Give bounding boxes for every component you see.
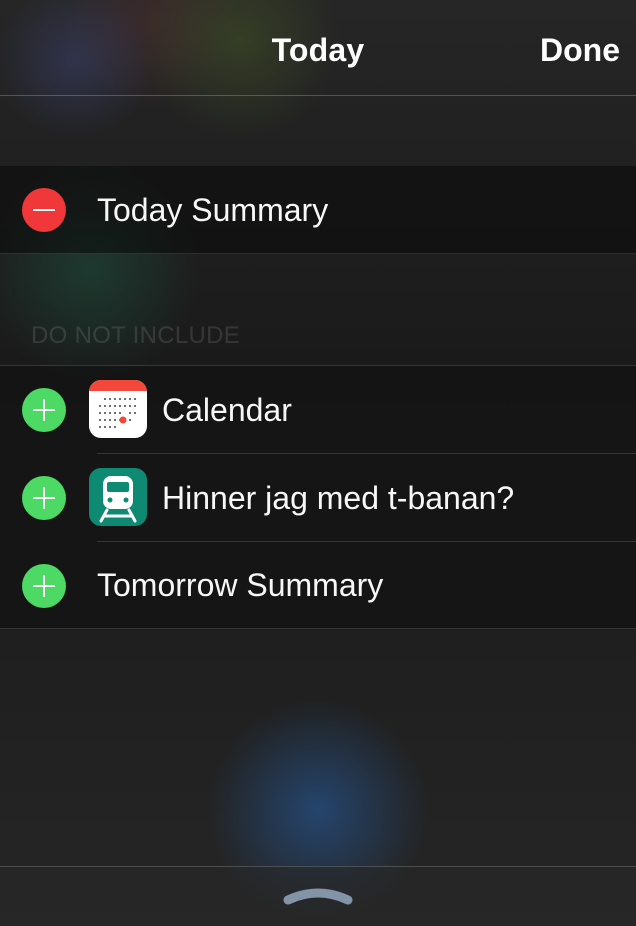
do-not-include-header: DO NOT INCLUDE [31, 322, 241, 349]
remove-today-summary-button[interactable] [22, 188, 66, 232]
widget-label-today-summary: Today Summary [97, 192, 329, 228]
navigation-bar: Today Done [0, 0, 636, 96]
train-glyph-icon [99, 476, 137, 523]
plus-icon-v [43, 575, 45, 597]
add-calendar-button[interactable] [22, 388, 66, 432]
plus-icon-v [43, 487, 45, 509]
add-tomorrow-summary-button[interactable] [22, 564, 66, 608]
widget-label-calendar: Calendar [162, 392, 292, 428]
chevron-up-icon[interactable] [282, 884, 354, 906]
done-button[interactable]: Done [540, 32, 620, 69]
included-widgets-section: Today Summary [0, 166, 636, 254]
row-separator [97, 541, 636, 542]
row-separator [97, 453, 636, 454]
widget-label-tomorrow-summary: Tomorrow Summary [97, 567, 384, 603]
calendar-grid-icon [99, 398, 136, 428]
excluded-widgets-section: Calendar Hinner jag med t-banan? Tomorro… [0, 365, 636, 629]
calendar-app-icon [89, 380, 147, 438]
train-app-icon [89, 468, 147, 526]
widget-label-hinner-jag: Hinner jag med t-banan? [162, 480, 515, 516]
minus-icon [33, 209, 55, 211]
plus-icon-v [43, 399, 45, 421]
add-train-widget-button[interactable] [22, 476, 66, 520]
